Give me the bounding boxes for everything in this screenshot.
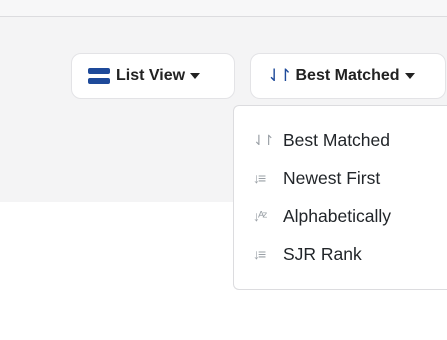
list-view-button[interactable]: List View — [71, 53, 235, 99]
sort-option-label: SJR Rank — [283, 243, 362, 264]
sort-option-newest-first[interactable]: ↓≡ Newest First — [234, 159, 447, 197]
sort-arrows-icon: ⇃↾ — [253, 131, 274, 148]
sort-numeric-icon: ↓≡ — [253, 246, 266, 262]
list-view-icon — [88, 68, 110, 84]
list-view-label: List View — [116, 67, 186, 84]
sort-option-label: Best Matched — [283, 129, 390, 150]
sort-dropdown-menu: ⇃↾ Best Matched ↓≡ Newest First ↓ᴬᶻ Alph… — [233, 105, 447, 290]
sort-option-alphabetically[interactable]: ↓ᴬᶻ Alphabetically — [234, 197, 447, 235]
sort-alpha-icon: ↓ᴬᶻ — [253, 208, 267, 224]
sort-option-sjr-rank[interactable]: ↓≡ SJR Rank — [234, 235, 447, 273]
caret-down-icon — [190, 73, 201, 79]
sort-arrows-icon: ⇃↾ — [267, 66, 292, 85]
caret-down-icon — [404, 73, 415, 79]
sort-option-best-matched[interactable]: ⇃↾ Best Matched — [234, 121, 447, 159]
top-bar — [0, 0, 447, 17]
sort-option-label: Alphabetically — [283, 205, 391, 226]
sort-amount-down-icon: ↓≡ — [253, 170, 266, 186]
sort-label: Best Matched — [295, 67, 400, 84]
sort-button[interactable]: ⇃↾ Best Matched — [250, 53, 446, 99]
sort-option-label: Newest First — [283, 167, 381, 188]
